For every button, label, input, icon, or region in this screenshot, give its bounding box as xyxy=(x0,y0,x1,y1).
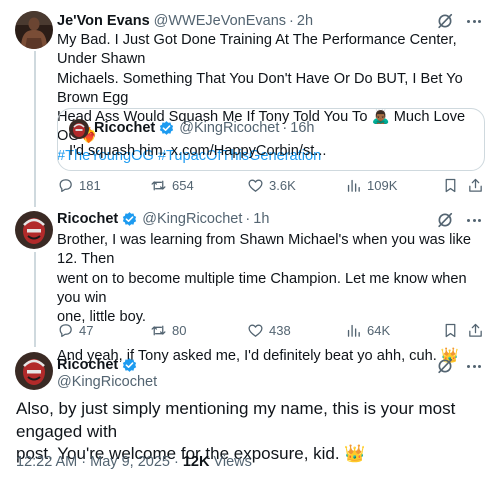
views-label: Views xyxy=(213,454,252,470)
analytics-icon xyxy=(347,324,360,337)
quoted-tweet-header: Ricochet @KingRicochet · 16h xyxy=(94,118,314,138)
thread-line xyxy=(34,51,36,207)
separator-dot: · xyxy=(245,211,251,227)
avatar[interactable] xyxy=(15,11,53,49)
tweet-header-handle: @KingRicochet xyxy=(57,372,157,392)
user-handle[interactable]: @KingRicochet xyxy=(142,211,242,227)
reply-icon xyxy=(59,178,72,192)
user-handle[interactable]: @KingRicochet xyxy=(57,374,157,390)
tweet-text-line: Also, by just simply mentioning my name,… xyxy=(16,399,456,441)
share-button[interactable] xyxy=(467,320,484,340)
bookmark-icon xyxy=(445,323,456,337)
reply-button[interactable]: 47 xyxy=(57,320,93,340)
repost-icon xyxy=(151,325,166,335)
bookmark-icon xyxy=(445,178,456,192)
display-name: Ricochet xyxy=(94,120,156,136)
tweet-text: Brother, I was learning from Shawn Micha… xyxy=(57,231,487,366)
timestamp: 16h xyxy=(290,120,315,136)
tweet-header: Je'Von Evans @WWEJeVonEvans · 2h xyxy=(57,11,313,31)
separator-dot: · xyxy=(289,13,294,29)
separator-dot: · xyxy=(282,120,288,136)
user-handle[interactable]: @WWEJeVonEvans xyxy=(154,13,286,29)
heart-icon xyxy=(248,179,263,192)
avatar xyxy=(69,119,89,139)
grok-icon[interactable] xyxy=(436,12,454,30)
grok-icon[interactable] xyxy=(436,211,454,229)
more-options-icon[interactable] xyxy=(464,11,484,31)
tweet-actions: 47 80 438 64K xyxy=(57,320,485,340)
repost-count: 80 xyxy=(172,322,187,338)
analytics-icon xyxy=(347,179,360,192)
repost-button[interactable]: 80 xyxy=(150,320,186,340)
bookmark-button[interactable] xyxy=(442,320,459,340)
reply-button[interactable]: 181 xyxy=(57,175,101,195)
share-icon xyxy=(469,178,482,192)
verified-badge-icon xyxy=(160,120,174,135)
display-name[interactable]: Je'Von Evans xyxy=(57,13,150,29)
avatar[interactable] xyxy=(15,352,53,390)
display-name[interactable]: Ricochet xyxy=(57,357,118,373)
more-options-icon[interactable] xyxy=(464,356,484,376)
quoted-tweet-text: I'd squash him. x.com/HappyCorbin/st... xyxy=(69,143,327,159)
repost-icon xyxy=(151,180,166,190)
verified-badge-icon xyxy=(123,211,137,226)
bookmark-button[interactable] xyxy=(442,175,459,195)
share-button[interactable] xyxy=(467,175,484,195)
tweet-header: Ricochet @KingRicochet · 1h xyxy=(57,209,269,229)
like-button[interactable]: 3.6K xyxy=(247,175,296,195)
heart-icon xyxy=(248,324,263,337)
display-name[interactable]: Ricochet xyxy=(57,211,118,227)
thread-line xyxy=(34,252,36,347)
view-count: 64K xyxy=(367,322,391,338)
views-button[interactable]: 109K xyxy=(345,175,397,195)
more-options-icon[interactable] xyxy=(464,210,484,230)
views-count: 12K xyxy=(182,454,210,470)
like-count: 3.6K xyxy=(269,177,296,193)
tweet-text-line: went on to become multiple time Champion… xyxy=(57,270,467,306)
tweet-text-line: Brother, I was learning from Shawn Micha… xyxy=(57,232,472,268)
reply-count: 47 xyxy=(79,322,94,338)
repost-count: 654 xyxy=(172,177,194,193)
verified-badge-icon xyxy=(123,357,137,372)
tweet-timestamp[interactable]: 12:22 AM · May 9, 2025 · xyxy=(16,454,183,470)
repost-button[interactable]: 654 xyxy=(150,175,194,195)
like-count: 438 xyxy=(269,322,291,338)
reply-count: 181 xyxy=(79,177,101,193)
user-handle: @KingRicochet xyxy=(179,120,280,136)
quoted-tweet[interactable]: Ricochet @KingRicochet · 16h I'd squash … xyxy=(57,108,485,171)
timestamp[interactable]: 1h xyxy=(253,211,269,227)
grok-icon[interactable] xyxy=(436,357,454,375)
share-icon xyxy=(469,323,482,337)
view-count: 109K xyxy=(367,177,398,193)
timestamp[interactable]: 2h xyxy=(297,13,313,29)
reply-icon xyxy=(59,323,72,337)
tweet-text-line: Michaels. Something That You Don't Have … xyxy=(57,70,463,106)
views-button[interactable]: 64K xyxy=(345,320,390,340)
tweet-meta: 12:22 AM · May 9, 2025 · 12K Views xyxy=(16,454,252,470)
like-button[interactable]: 438 xyxy=(247,320,291,340)
tweet-actions: 181 654 3.6K 109K xyxy=(57,175,485,195)
avatar[interactable] xyxy=(15,211,53,249)
tweet-text-line: My Bad. I Just Got Done Training At The … xyxy=(57,32,457,68)
